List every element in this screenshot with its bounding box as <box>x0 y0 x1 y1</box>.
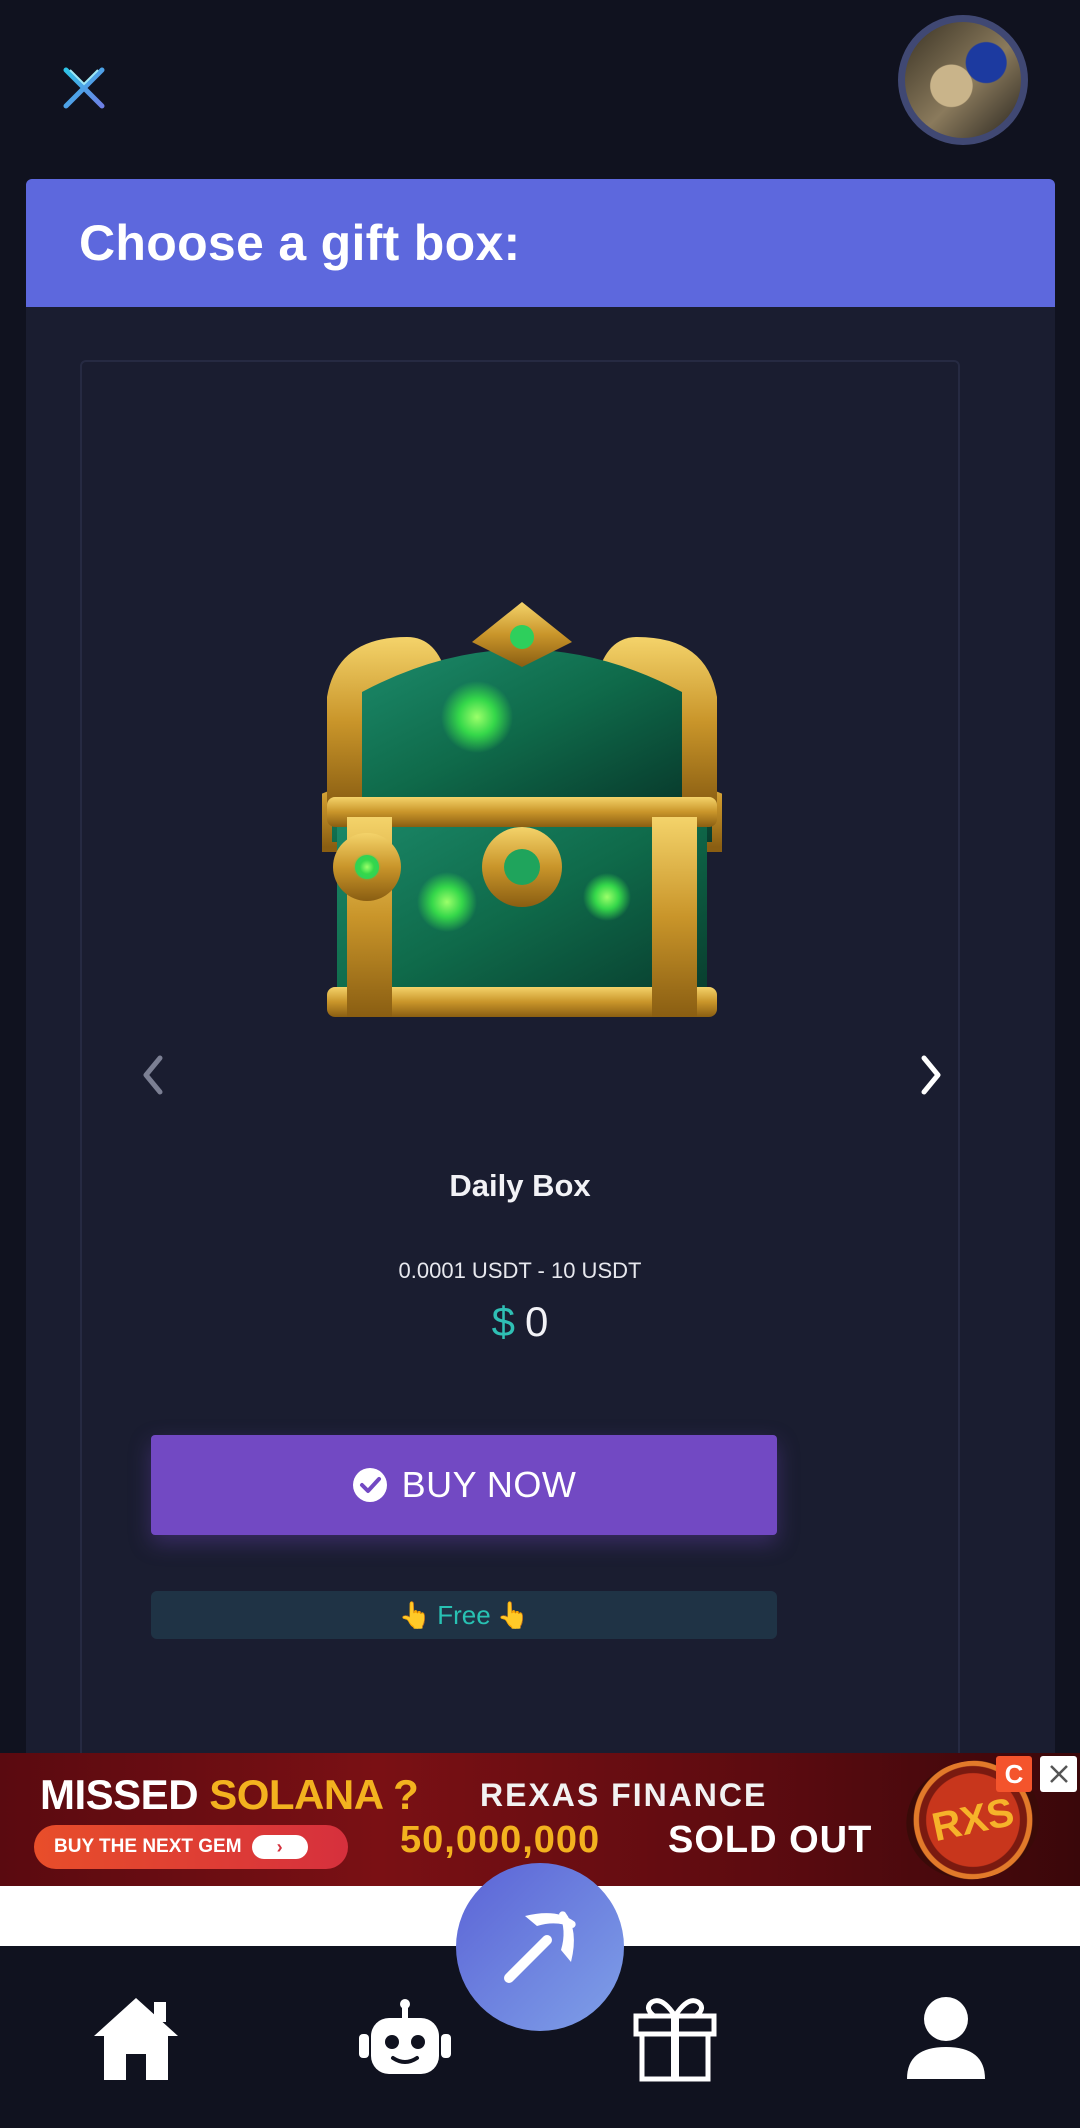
next-arrow-icon[interactable] <box>910 1048 954 1102</box>
close-icon[interactable] <box>1040 1756 1077 1792</box>
profile-icon <box>907 1997 985 2079</box>
nav-gift[interactable] <box>625 1988 725 2088</box>
price-value: 0 <box>525 1298 549 1345</box>
avatar[interactable] <box>898 15 1028 145</box>
free-badge[interactable]: 👆 Free 👆 <box>151 1591 777 1639</box>
gift-icon <box>633 1998 717 2082</box>
pointing-up-emoji: 👆 <box>496 1599 530 1630</box>
top-bar <box>0 0 1080 180</box>
gift-box-carousel: Daily Box 0.0001 USDT - 10 USDT $0 <box>80 360 960 1754</box>
arrow-right-icon: › <box>251 1835 308 1859</box>
ad-count: 50,000,000 <box>400 1819 601 1861</box>
mine-fab-button[interactable] <box>456 1863 624 2031</box>
home-icon <box>94 1998 178 2080</box>
ad-headline: MISSED SOLANA ? <box>40 1771 419 1819</box>
ad-choices-icon[interactable]: C <box>996 1756 1032 1792</box>
ad-headline-gold: SOLANA ? <box>209 1771 419 1818</box>
nav-robot[interactable] <box>355 1988 455 2088</box>
nav-profile[interactable] <box>896 1988 996 2088</box>
ad-sold-out: SOLD OUT <box>668 1819 873 1861</box>
ad-headline-white: MISSED <box>40 1771 210 1818</box>
gift-box-card: Choose a gift box: Daily Box 0.0001 USDT… <box>26 179 1055 1754</box>
free-label: Free <box>437 1599 491 1630</box>
ad-brand: REXAS FINANCE <box>480 1777 768 1813</box>
check-circle-icon <box>352 1468 387 1502</box>
buy-now-label: BUY NOW <box>401 1464 577 1505</box>
page-title: Choose a gift box: <box>79 215 521 271</box>
x-logo-icon[interactable] <box>62 66 106 110</box>
treasure-chest-image <box>322 602 722 1017</box>
card-header: Choose a gift box: <box>26 179 1055 307</box>
gift-box-range: 0.0001 USDT - 10 USDT <box>398 1258 642 1283</box>
nav-home[interactable] <box>86 1988 186 2088</box>
pointing-up-emoji: 👆 <box>398 1599 432 1630</box>
previous-arrow-icon[interactable] <box>130 1048 174 1102</box>
currency-symbol: $ <box>491 1298 515 1345</box>
buy-now-button[interactable]: BUY NOW <box>151 1435 777 1535</box>
ad-cta-label: BUY THE NEXT GEM <box>54 1836 242 1857</box>
gift-box-price: $0 <box>82 1298 958 1346</box>
pickaxe-icon <box>504 1911 576 1983</box>
ad-cta-button[interactable]: BUY THE NEXT GEM › <box>34 1825 348 1869</box>
gift-box-name: Daily Box <box>449 1168 591 1203</box>
robot-icon <box>359 1999 451 2074</box>
